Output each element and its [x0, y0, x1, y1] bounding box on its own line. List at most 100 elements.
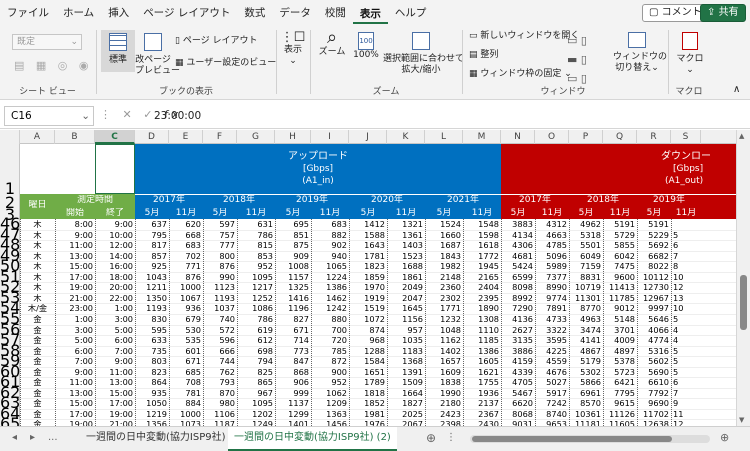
value-cell[interactable]: 700 — [311, 325, 349, 336]
value-cell-partial[interactable]: 12 — [673, 282, 703, 293]
value-cell[interactable]: 825 — [237, 367, 275, 378]
value-cell[interactable]: 851 — [275, 230, 311, 241]
value-cell[interactable]: 1185 — [463, 335, 501, 346]
value-cell[interactable]: 666 — [203, 346, 237, 357]
add-sheet-icon[interactable]: ⊕ — [420, 427, 442, 451]
show-button[interactable]: ⋮☐ 表示 ⌄ — [280, 31, 306, 67]
value-cell[interactable]: 720 — [311, 335, 349, 346]
value-cell[interactable]: 4774 — [637, 335, 671, 346]
value-cell[interactable]: 10361 — [569, 409, 603, 420]
window-small-icons[interactable]: ▭ ▯ ▬ ▯ ▭ ▯ — [567, 31, 587, 88]
day-cell[interactable]: 木/金 — [20, 303, 55, 314]
value-cell[interactable]: 1643 — [349, 240, 387, 251]
column-header-g[interactable]: G — [237, 130, 275, 144]
start-time-cell[interactable]: 15:00 — [55, 398, 95, 409]
value-cell[interactable]: 6620 — [501, 398, 535, 409]
value-cell[interactable]: 4066 — [637, 325, 671, 336]
value-cell[interactable]: 740 — [203, 314, 237, 325]
value-cell[interactable]: 5723 — [603, 367, 637, 378]
value-cell[interactable]: 1970 — [349, 282, 387, 293]
day-cell[interactable]: 金 — [20, 398, 55, 409]
custom-view-button[interactable]: ▦ ユーザー設定のビュー — [175, 58, 276, 69]
tab-sheet-1[interactable]: 一週間の日中変動(協力ISP9社) — [80, 427, 232, 451]
value-cell[interactable]: 4009 — [603, 335, 637, 346]
value-cell[interactable]: 1861 — [387, 272, 425, 283]
day-cell[interactable]: 金 — [20, 377, 55, 388]
value-cell[interactable]: 8990 — [535, 282, 569, 293]
value-cell[interactable]: 1162 — [425, 335, 463, 346]
value-cell[interactable]: 1660 — [425, 230, 463, 241]
value-cell[interactable]: 1037 — [203, 303, 237, 314]
value-cell[interactable]: 1609 — [425, 367, 463, 378]
value-cell[interactable]: 744 — [203, 356, 237, 367]
spreadsheet-grid[interactable]: A B C D E F G H I J K L M N O P Q R S 1 2 3 アップロード [Gbps] (A1_in… — [0, 130, 736, 426]
value-cell[interactable]: 597 — [203, 219, 237, 230]
value-cell[interactable]: 900 — [311, 367, 349, 378]
start-time-cell[interactable]: 1:00 — [55, 314, 95, 325]
value-cell[interactable]: 4306 — [501, 240, 535, 251]
start-time-cell[interactable]: 17:00 — [55, 272, 95, 283]
value-cell[interactable]: 1209 — [311, 398, 349, 409]
value-cell[interactable]: 2180 — [425, 398, 463, 409]
value-cell[interactable]: 5917 — [535, 388, 569, 399]
value-cell[interactable]: 633 — [135, 335, 169, 346]
value-cell[interactable]: 1982 — [425, 261, 463, 272]
value-cell[interactable]: 1368 — [387, 356, 425, 367]
switch-window-button[interactable]: ウィンドウの 切り替え⌄ — [613, 32, 667, 74]
value-cell[interactable]: 1299 — [275, 409, 311, 420]
day-cell[interactable]: 金 — [20, 346, 55, 357]
value-cell[interactable]: 4733 — [535, 314, 569, 325]
value-cell[interactable]: 1386 — [311, 282, 349, 293]
value-cell[interactable]: 530 — [169, 325, 203, 336]
start-time-cell[interactable]: 15:00 — [55, 261, 95, 272]
value-cell-partial[interactable]: 7 — [673, 251, 703, 262]
value-cell[interactable]: 1183 — [387, 346, 425, 357]
start-time-cell[interactable]: 11:00 — [55, 377, 95, 388]
value-cell[interactable]: 11702 — [637, 409, 671, 420]
value-cell[interactable]: 1391 — [387, 367, 425, 378]
value-cell[interactable]: 999 — [275, 388, 311, 399]
menu-file[interactable]: ファイル — [0, 0, 56, 26]
start-time-cell[interactable]: 6:00 — [55, 346, 95, 357]
start-time-cell[interactable]: 11:00 — [55, 240, 95, 251]
formula-input[interactable]: 23:00:00 — [154, 107, 201, 125]
value-cell[interactable]: 4681 — [501, 251, 535, 262]
value-cell[interactable]: 2395 — [463, 293, 501, 304]
day-cell[interactable]: 金 — [20, 388, 55, 399]
day-cell[interactable]: 木 — [20, 261, 55, 272]
end-time-cell[interactable]: 19:00 — [95, 409, 135, 420]
value-cell[interactable]: 5316 — [637, 346, 671, 357]
value-cell[interactable]: 620 — [169, 219, 203, 230]
value-cell[interactable]: 1363 — [311, 409, 349, 420]
value-cell[interactable]: 1621 — [463, 367, 501, 378]
column-header-h[interactable]: H — [275, 130, 311, 144]
value-cell-partial[interactable]: 11 — [673, 409, 703, 420]
value-cell[interactable]: 967 — [237, 388, 275, 399]
value-cell[interactable]: 5855 — [603, 240, 637, 251]
value-cell[interactable]: 7792 — [637, 388, 671, 399]
value-cell[interactable]: 5501 — [569, 240, 603, 251]
value-cell[interactable]: 5191 — [603, 219, 637, 230]
value-cell[interactable]: 952 — [311, 377, 349, 388]
day-cell[interactable]: 金 — [20, 367, 55, 378]
value-cell[interactable]: 5229 — [637, 230, 671, 241]
value-cell[interactable]: 1350 — [135, 293, 169, 304]
value-cell[interactable]: 4867 — [569, 346, 603, 357]
value-cell-partial[interactable]: 6 — [673, 377, 703, 388]
value-cell[interactable]: 1048 — [425, 325, 463, 336]
value-cell[interactable]: 1110 — [463, 325, 501, 336]
value-cell[interactable]: 786 — [237, 230, 275, 241]
value-cell[interactable]: 1919 — [349, 293, 387, 304]
value-cell[interactable]: 3886 — [501, 346, 535, 357]
value-cell[interactable]: 7377 — [535, 272, 569, 283]
value-cell[interactable]: 1618 — [463, 240, 501, 251]
value-cell[interactable]: 4705 — [501, 377, 535, 388]
value-cell[interactable]: 990 — [203, 272, 237, 283]
end-time-cell[interactable]: 5:00 — [95, 325, 135, 336]
value-cell[interactable]: 8098 — [501, 282, 535, 293]
start-time-cell[interactable]: 7:00 — [55, 356, 95, 367]
value-cell[interactable]: 1086 — [237, 303, 275, 314]
value-cell[interactable]: 1412 — [349, 219, 387, 230]
value-cell[interactable]: 1157 — [275, 272, 311, 283]
value-cell[interactable]: 6610 — [637, 377, 671, 388]
